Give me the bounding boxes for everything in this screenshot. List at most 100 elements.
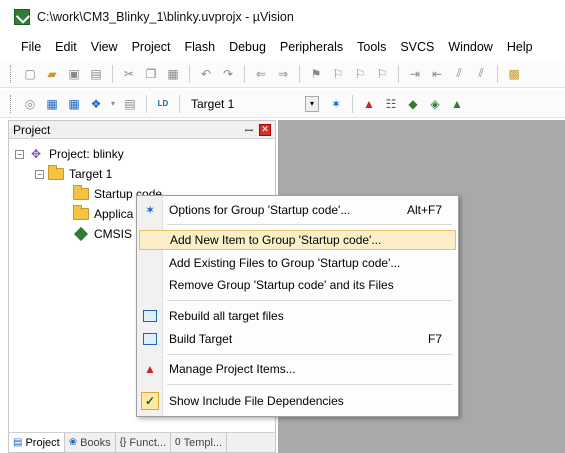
tree-item-application[interactable]: Applica	[73, 205, 133, 223]
close-icon[interactable]: ✕	[259, 123, 271, 136]
menu-help[interactable]: Help	[500, 38, 540, 56]
file-extensions-icon[interactable]: ☷	[382, 95, 400, 113]
redo-icon[interactable]: ↷	[219, 65, 237, 83]
toolbar-separator	[112, 64, 113, 83]
templates-icon: 0	[175, 437, 181, 448]
menu-file[interactable]: File	[14, 38, 48, 56]
find-in-files-icon[interactable]: ▩	[505, 65, 523, 83]
menu-item-add-existing-files[interactable]: Add Existing Files to Group 'Startup cod…	[139, 253, 456, 273]
open-folder-icon[interactable]: ▰	[43, 65, 61, 83]
menu-peripherals[interactable]: Peripherals	[273, 38, 350, 56]
options-wand-icon: ✶	[144, 203, 156, 217]
context-menu: ✶ Options for Group 'Startup code'... Al…	[136, 195, 459, 417]
rebuild-icon[interactable]: ▦	[65, 95, 83, 113]
menu-item-rebuild-all[interactable]: Rebuild all target files	[139, 306, 456, 326]
menu-item-shortcut: Alt+F7	[406, 203, 442, 217]
toolbar-separator	[398, 64, 399, 83]
menu-separator	[167, 300, 452, 301]
translate-icon[interactable]: ◎	[21, 95, 39, 113]
download-icon[interactable]: LD	[154, 95, 172, 113]
folder-icon	[73, 185, 89, 201]
collapse-icon[interactable]: −	[15, 149, 24, 159]
menu-item-label: Add Existing Files to Group 'Startup cod…	[169, 256, 401, 270]
bookmark-toggle-icon[interactable]: ⚑	[307, 65, 325, 83]
menu-item-label: Show Include File Dependencies	[169, 394, 344, 408]
target-options-icon[interactable]: ✶	[327, 95, 345, 113]
nav-back-icon[interactable]: ⇐	[252, 65, 270, 83]
cut-icon[interactable]: ✂	[120, 65, 138, 83]
tab-templates[interactable]: 0 Templ...	[171, 433, 228, 452]
project-pane-header: Project ꟷ ✕	[9, 121, 275, 139]
tab-label: Templ...	[183, 436, 223, 449]
books-icon: ❀	[68, 437, 78, 448]
nav-forward-icon[interactable]: ⇒	[274, 65, 292, 83]
menu-item-label: Options for Group 'Startup code'...	[169, 203, 351, 217]
toolbar-grip[interactable]	[10, 64, 13, 83]
tree-item-target[interactable]: − Target 1	[35, 165, 112, 183]
save-icon[interactable]: ▣	[65, 65, 83, 83]
project-icon: ✥	[30, 147, 42, 161]
tab-functions[interactable]: {} Funct...	[116, 433, 172, 452]
indent-icon[interactable]: ⇥	[406, 65, 424, 83]
menu-view[interactable]: View	[84, 38, 125, 56]
checkmark-icon: ✓	[141, 392, 159, 410]
green-diamond-icon	[73, 226, 89, 242]
tab-project[interactable]: ▤ Project	[9, 433, 65, 452]
dropdown-arrow-icon[interactable]: ▾	[109, 95, 117, 113]
manage-project-items-icon[interactable]: ▲	[360, 95, 378, 113]
tree-item-label: Applica	[94, 207, 134, 221]
copy-icon[interactable]: ❐	[142, 65, 160, 83]
menu-tools[interactable]: Tools	[350, 38, 393, 56]
menu-item-manage-project-items[interactable]: ▲ Manage Project Items...	[139, 359, 456, 379]
manage-rte-icon[interactable]: ▲	[448, 95, 466, 113]
menu-flash[interactable]: Flash	[177, 38, 222, 56]
tab-books[interactable]: ❀ Books	[65, 433, 116, 452]
menu-project[interactable]: Project	[125, 38, 178, 56]
functions-icon: {}	[119, 437, 127, 448]
menu-item-add-new-item[interactable]: Add New Item to Group 'Startup code'...	[139, 230, 456, 250]
collapse-icon[interactable]: −	[35, 169, 44, 179]
menu-item-options-for-group[interactable]: ✶ Options for Group 'Startup code'... Al…	[139, 200, 456, 220]
bookmark-prev-icon[interactable]: ⚐	[329, 65, 347, 83]
menu-item-build-target[interactable]: Build Target F7	[139, 329, 456, 349]
menu-item-remove-group[interactable]: Remove Group 'Startup code' and its File…	[139, 275, 456, 295]
stop-build-icon[interactable]: ▤	[121, 95, 139, 113]
save-all-icon[interactable]: ▤	[87, 65, 105, 83]
menu-separator	[167, 224, 452, 225]
pin-icon[interactable]: ꟷ	[245, 123, 253, 137]
menu-item-show-include-deps[interactable]: ✓ Show Include File Dependencies	[139, 391, 456, 411]
menu-item-shortcut: F7	[427, 332, 442, 346]
paste-icon[interactable]: ▦	[164, 65, 182, 83]
tree-item-cmsis[interactable]: CMSIS	[73, 225, 132, 243]
toolbar-grip[interactable]	[10, 94, 13, 113]
select-packs-icon[interactable]: ◈	[426, 95, 444, 113]
undo-icon[interactable]: ↶	[197, 65, 215, 83]
batch-build-icon[interactable]: ❖	[87, 95, 105, 113]
menu-separator	[167, 384, 452, 385]
build-icon[interactable]: ▦	[43, 95, 61, 113]
toolbar-separator	[497, 64, 498, 83]
comment-icon[interactable]: ⫽	[450, 65, 468, 83]
rebuild-icon	[139, 310, 161, 322]
bookmark-clear-icon[interactable]: ⚐	[373, 65, 391, 83]
menu-window[interactable]: Window	[441, 38, 499, 56]
menu-bar: File Edit View Project Flash Debug Perip…	[0, 36, 565, 58]
target-select[interactable]: Target 1	[185, 97, 305, 111]
menu-svcs[interactable]: SVCS	[393, 38, 441, 56]
bookmark-next-icon[interactable]: ⚐	[351, 65, 369, 83]
unindent-icon[interactable]: ⇤	[428, 65, 446, 83]
folder-icon	[73, 205, 89, 221]
window-title: C:\work\CM3_Blinky_1\blinky.uvprojx - µV…	[37, 10, 294, 24]
uvision-app-icon	[14, 9, 30, 25]
pack-installer-icon[interactable]: ◆	[404, 95, 422, 113]
menu-edit[interactable]: Edit	[48, 38, 84, 56]
toolbar-separator	[244, 64, 245, 83]
tree-item-label: CMSIS	[94, 227, 133, 241]
target-dropdown-button[interactable]: ▾	[305, 95, 319, 112]
tree-item-project[interactable]: − ✥ Project: blinky	[15, 145, 124, 163]
new-file-icon[interactable]: ▢	[21, 65, 39, 83]
toolbar-separator	[352, 94, 353, 113]
menu-item-label: Manage Project Items...	[169, 362, 296, 376]
menu-debug[interactable]: Debug	[222, 38, 273, 56]
uncomment-icon[interactable]: ⫽	[472, 65, 490, 83]
